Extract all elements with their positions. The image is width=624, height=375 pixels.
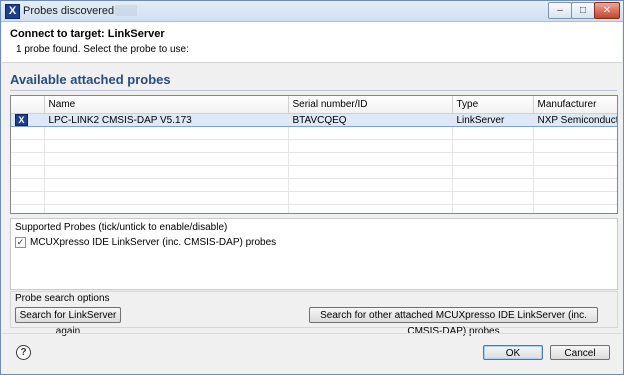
close-button[interactable]: ✕ [594, 2, 620, 19]
header-title: Connect to target: LinkServer [10, 28, 165, 40]
column-header-manufacturer[interactable]: Manufacturer [533, 96, 617, 114]
empty-row [11, 139, 617, 153]
linkserver-checkbox-label[interactable]: MCUXpresso IDE LinkServer (inc. CMSIS-DA… [30, 237, 276, 248]
minimize-button[interactable]: – [548, 2, 572, 19]
ok-button[interactable]: OK [483, 345, 543, 360]
help-icon[interactable]: ? [16, 345, 31, 360]
probe-manufacturer: NXP Semiconductors [533, 113, 617, 127]
app-icon: X [5, 4, 20, 19]
maximize-button[interactable]: □ [571, 2, 595, 19]
section-divider [10, 90, 617, 91]
probe-icon: X [15, 114, 28, 126]
probe-name: LPC-LINK2 CMSIS-DAP V5.173 [44, 113, 289, 127]
probe-search-group: Probe search options Search for LinkServ… [10, 291, 618, 337]
table-header-row: Name Serial number/ID Type Manufacturer [11, 96, 617, 114]
probe-cell-icon: X [11, 113, 45, 127]
column-header-name[interactable]: Name [44, 96, 289, 114]
probe-serial: BTAVCQEQ [288, 113, 453, 127]
footer-divider [2, 333, 622, 334]
supported-probes-group: Supported Probes (tick/untick to enable/… [10, 218, 618, 290]
empty-row [11, 204, 617, 213]
column-header-icon[interactable] [11, 96, 45, 114]
cancel-button[interactable]: Cancel [550, 345, 610, 360]
table-row[interactable]: X LPC-LINK2 CMSIS-DAP V5.173 BTAVCQEQ Li… [11, 113, 617, 127]
ghost-icon [115, 5, 126, 16]
header-subtitle: 1 probe found. Select the probe to use: [16, 44, 189, 55]
empty-row [11, 191, 617, 205]
probes-table[interactable]: Name Serial number/ID Type Manufacturer … [10, 95, 618, 214]
ghost-icon [126, 5, 137, 16]
probe-search-label: Probe search options [15, 293, 110, 304]
window-title: Probes discovered [23, 5, 115, 17]
title-bar[interactable]: X Probes discovered – □ ✕ [1, 1, 623, 22]
column-header-serial[interactable]: Serial number/ID [288, 96, 453, 114]
section-title: Available attached probes [10, 72, 171, 87]
supported-probes-label: Supported Probes (tick/untick to enable/… [15, 222, 228, 233]
dialog-header: Connect to target: LinkServer 1 probe fo… [2, 22, 622, 63]
linkserver-checkbox[interactable]: ✓ [15, 237, 26, 248]
empty-row [11, 165, 617, 179]
search-linkserver-again-button[interactable]: Search for LinkServer again [15, 307, 121, 337]
empty-row [11, 152, 617, 166]
probe-type: LinkServer [452, 113, 534, 127]
probes-dialog: X Probes discovered – □ ✕ Connect to tar… [0, 0, 624, 375]
column-header-type[interactable]: Type [452, 96, 534, 114]
empty-row [11, 126, 617, 140]
empty-row [11, 178, 617, 192]
search-other-probes-button[interactable]: Search for other attached MCUXpresso IDE… [309, 307, 598, 337]
